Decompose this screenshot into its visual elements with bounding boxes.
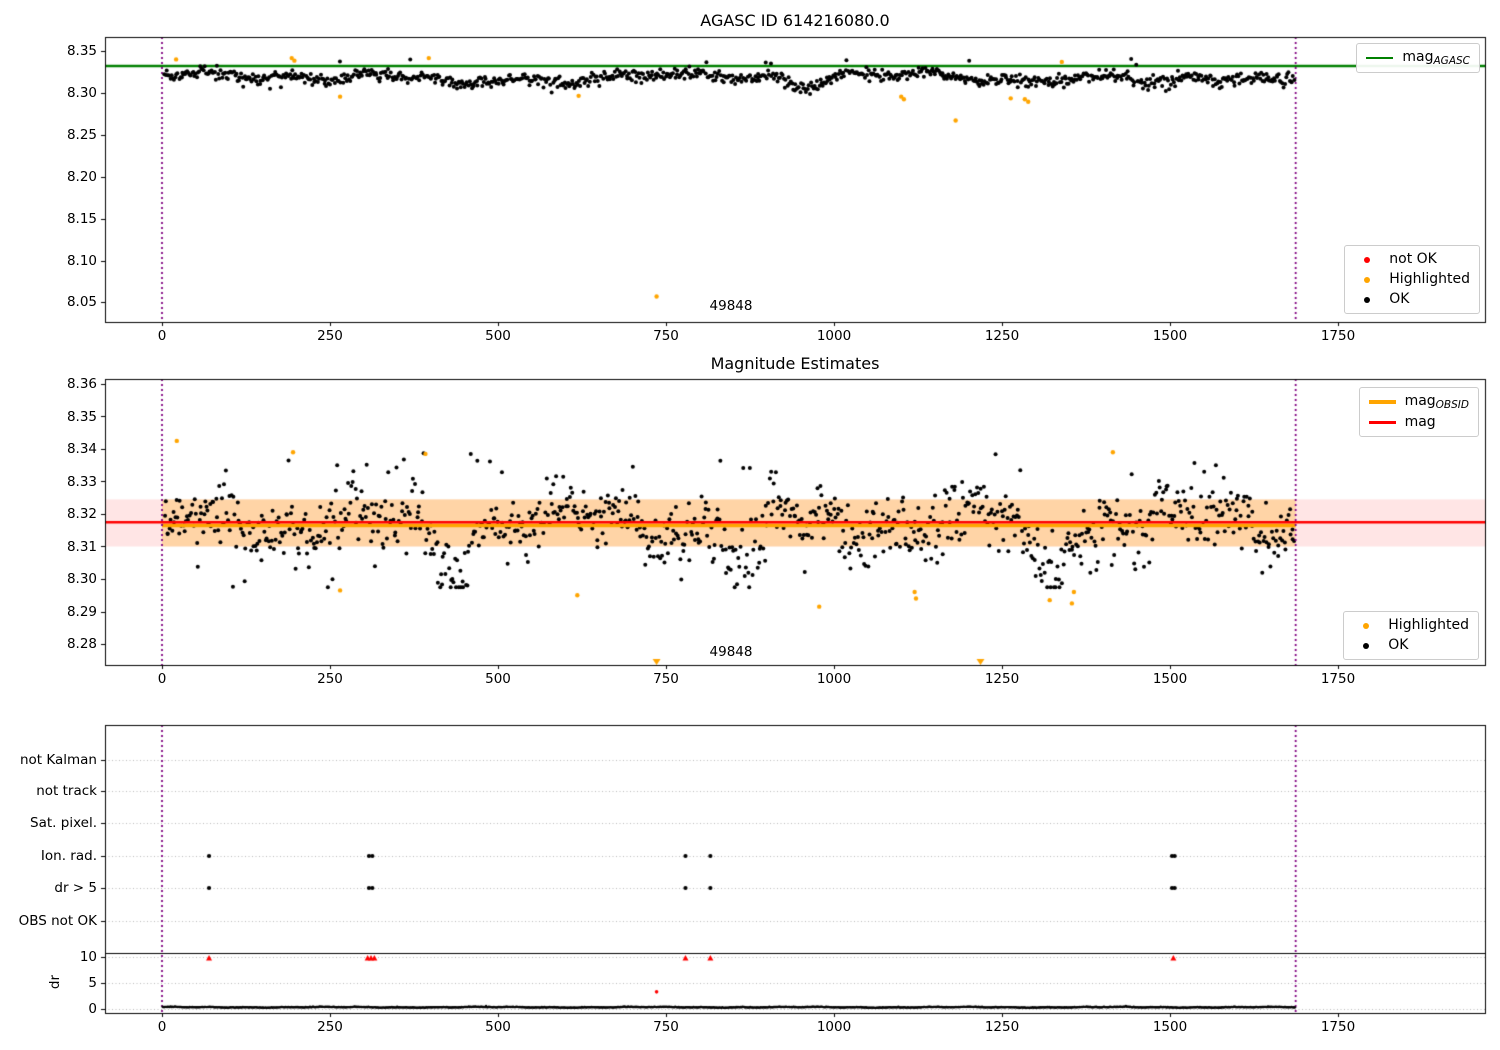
legend-label: Highlighted xyxy=(1388,617,1469,633)
x-tick-label: 0 xyxy=(157,671,167,687)
y-tick-label: 5 xyxy=(88,975,97,991)
legend-marker-dot xyxy=(1364,276,1371,283)
x-tick-label: 1750 xyxy=(1320,328,1356,344)
legend-label: mag xyxy=(1404,414,1436,430)
x-tick-label: 250 xyxy=(317,671,343,687)
legend-label: not OK xyxy=(1389,251,1437,267)
x-tick-label: 1500 xyxy=(1152,328,1188,344)
chart-canvas xyxy=(0,0,1500,1050)
y-tick-label: 8.32 xyxy=(66,506,97,522)
legend-label: Highlighted xyxy=(1389,271,1470,287)
x-tick-label: 500 xyxy=(485,671,511,687)
figure: AGASC ID 614216080.0 Magnitude Estimates… xyxy=(0,0,1500,1050)
x-tick-label: 500 xyxy=(485,1019,511,1035)
y-tick-label: Sat. pixel. xyxy=(30,815,97,831)
plot1-title: AGASC ID 614216080.0 xyxy=(700,11,890,30)
y-tick-label: dr > 5 xyxy=(54,880,97,896)
x-tick-label: 1000 xyxy=(816,1019,852,1035)
legend-item: not OK xyxy=(1354,251,1470,268)
y-tick-label: 8.15 xyxy=(66,210,97,227)
line-sample xyxy=(1368,400,1396,404)
x-tick-label: 1750 xyxy=(1320,671,1356,687)
legend-marker-dot xyxy=(1364,296,1371,303)
x-tick-label: 1000 xyxy=(816,328,852,344)
legend-item: OK xyxy=(1354,291,1470,308)
legend-label: magOBSID xyxy=(1404,393,1469,411)
legend-item: OK xyxy=(1353,637,1469,654)
y-tick-label: not Kalman xyxy=(19,752,97,768)
plot1-marker-legend: not OK Highlighted OK xyxy=(1344,245,1480,314)
x-tick-label: 1250 xyxy=(984,1019,1020,1035)
y-tick-label: 8.30 xyxy=(66,571,97,587)
green-line-sample xyxy=(1366,56,1394,60)
y-tick-label: 8.29 xyxy=(66,603,97,620)
x-tick-label: 1750 xyxy=(1320,1019,1356,1035)
x-tick-label: 1500 xyxy=(1152,1019,1188,1035)
legend-label: OK xyxy=(1388,637,1409,653)
x-tick-label: 1250 xyxy=(984,328,1020,344)
plot1-obsid-annotation: 49848 xyxy=(709,298,753,314)
plot2-obsid-annotation: 49848 xyxy=(709,644,753,660)
y-tick-label: 8.35 xyxy=(66,43,97,59)
y-tick-label: 8.34 xyxy=(66,441,97,457)
x-tick-label: 750 xyxy=(653,1019,679,1035)
y-tick-label: 8.10 xyxy=(66,252,97,269)
y-tick-label: 8.30 xyxy=(66,84,97,101)
x-tick-label: 0 xyxy=(157,1019,167,1035)
y-tick-label: 10 xyxy=(79,949,97,965)
y-tick-label: 8.05 xyxy=(66,294,97,311)
y-tick-label: 8.36 xyxy=(66,376,97,392)
y-tick-label: 8.25 xyxy=(66,126,97,143)
x-tick-label: 750 xyxy=(653,671,679,687)
y-tick-label: OBS not OK xyxy=(18,913,97,929)
legend-item: mag xyxy=(1368,414,1469,431)
legend-item-mag-agasc: magAGASC xyxy=(1366,49,1470,67)
x-tick-label: 250 xyxy=(317,328,343,344)
plot1-line-legend: magAGASC xyxy=(1356,43,1480,73)
y-tick-label: 8.31 xyxy=(66,538,97,555)
y-tick-label: Ion. rad. xyxy=(40,848,97,864)
plot2-line-legend: magOBSID mag xyxy=(1358,387,1479,437)
x-tick-label: 250 xyxy=(317,1019,343,1035)
x-tick-label: 0 xyxy=(157,328,167,344)
legend-item: magOBSID xyxy=(1368,393,1469,411)
y-tick-label: 0 xyxy=(88,1001,97,1017)
legend-label: OK xyxy=(1389,291,1410,307)
y-tick-label: not track xyxy=(36,783,97,799)
legend-marker-dot xyxy=(1364,256,1371,263)
legend-item: Highlighted xyxy=(1353,617,1469,634)
legend-marker-dot xyxy=(1363,622,1370,629)
x-tick-label: 1000 xyxy=(816,671,852,687)
legend-item: Highlighted xyxy=(1354,271,1470,288)
legend-marker-dot xyxy=(1363,642,1370,649)
plot2-marker-legend: Highlighted OK xyxy=(1343,611,1479,660)
legend-label: magAGASC xyxy=(1402,49,1470,67)
y-tick-label: 8.33 xyxy=(66,473,97,490)
y-tick-label: 8.28 xyxy=(66,636,97,652)
x-tick-label: 500 xyxy=(485,328,511,344)
x-tick-label: 750 xyxy=(653,328,679,344)
y-tick-label: 8.20 xyxy=(66,168,97,185)
x-tick-label: 1250 xyxy=(984,671,1020,687)
line-sample xyxy=(1368,421,1396,424)
y-tick-label: 8.35 xyxy=(66,408,97,425)
plot2-title: Magnitude Estimates xyxy=(710,354,880,373)
x-tick-label: 1500 xyxy=(1152,671,1188,687)
